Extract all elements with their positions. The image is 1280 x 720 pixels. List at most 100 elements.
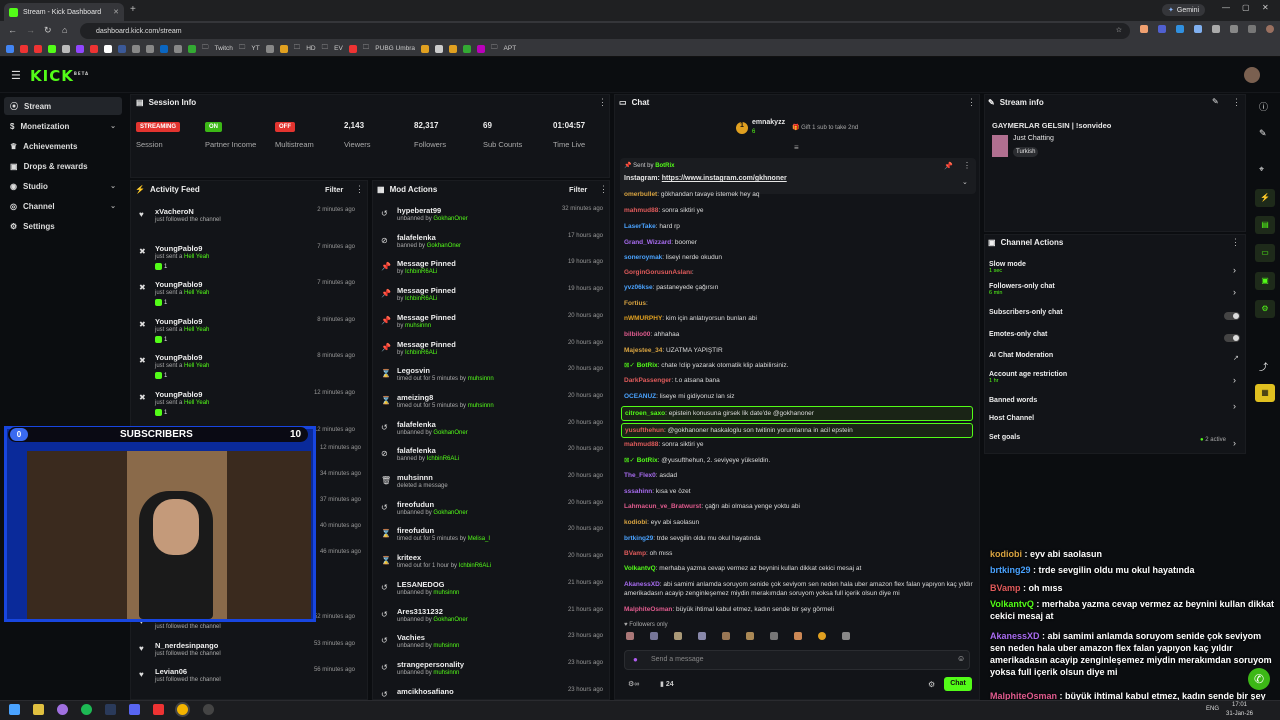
chat-username[interactable]: mahmud88 xyxy=(624,207,658,214)
url-input[interactable]: dashboard.kick.com/stream ☆ xyxy=(80,23,1130,39)
chat-message[interactable]: OCEANUZ: liseye mi gidiyonuz lan siz xyxy=(624,392,974,401)
close-window-icon[interactable]: ✕ xyxy=(1262,3,1269,12)
activity-user[interactable]: YoungPablo9 xyxy=(155,317,202,326)
mod-action-target[interactable]: fireofudun xyxy=(397,500,434,509)
bookmark-icon[interactable] xyxy=(435,44,444,53)
emote-icon[interactable] xyxy=(698,632,706,640)
emote-icon[interactable] xyxy=(818,632,826,640)
chat-message[interactable]: MalphiteOsman: büyük ihtimal kabul etmez… xyxy=(624,605,974,614)
chat-message[interactable]: mahmud88: sonra siktiri ye xyxy=(624,440,974,449)
channel-action-item[interactable]: Followers-only chat 6 min xyxy=(989,283,1055,296)
sidebar-item-settings[interactable]: ⚙ Settings xyxy=(4,217,122,235)
bookmark-icon[interactable] xyxy=(6,44,14,53)
maximize-icon[interactable]: ▢ xyxy=(1242,3,1250,12)
chat-message[interactable]: omerbullet: gökhandan tavaye istemek hey… xyxy=(624,190,974,199)
moderator-name[interactable]: muhsinnn xyxy=(433,643,459,649)
browser-tab[interactable]: Stream - Kick Dashboard ✕ xyxy=(4,3,124,21)
bookmark-icon[interactable] xyxy=(118,44,126,53)
chat-message[interactable]: sssahinn: kısa ve özet xyxy=(624,487,974,496)
chat-settings-icon[interactable]: ⚙ xyxy=(928,680,935,689)
chat-username[interactable]: Grand_Wizzard xyxy=(624,239,671,246)
user-avatar[interactable] xyxy=(1244,67,1260,83)
chat-username[interactable]: citroen_saxo xyxy=(625,410,665,417)
channel-action-item[interactable]: Banned words xyxy=(989,397,1037,404)
emote-icon[interactable] xyxy=(746,632,754,640)
moderator-name[interactable]: IchbinR6ALi xyxy=(427,456,459,462)
moderator-name[interactable]: IchbinR6ALi xyxy=(405,296,437,302)
chat-username[interactable]: kodiobi xyxy=(624,519,647,526)
chat-message[interactable]: VolkantvQ: merhaba yazma cevap vermez az… xyxy=(624,564,974,573)
chrome-icon[interactable] xyxy=(177,704,188,715)
moderator-name[interactable]: muhsinnn xyxy=(433,590,459,596)
chat-username[interactable]: yusufthehun xyxy=(625,427,664,434)
chat-message[interactable]: yusufthehun: @gokhanoner haskaloglu son … xyxy=(621,423,973,438)
extension-icon[interactable] xyxy=(1194,25,1202,33)
bookmark-icon[interactable] xyxy=(76,44,84,53)
moderator-name[interactable]: GokhanOner xyxy=(433,617,467,623)
activity-user[interactable]: N_nerdesinpango xyxy=(155,641,218,650)
mod-action-target[interactable]: falafelenka xyxy=(397,420,436,429)
bookmark-icon[interactable] xyxy=(90,44,98,53)
sidebar-item-achievements[interactable]: ♛ Achievements xyxy=(4,137,122,155)
channel-action-item[interactable]: AI Chat Moderation xyxy=(989,352,1053,359)
bookmark-icon[interactable] xyxy=(463,44,472,53)
extension-icon[interactable] xyxy=(1176,25,1184,33)
bookmark-icon[interactable] xyxy=(104,44,112,53)
chat-username[interactable]: OCEANUZ xyxy=(624,393,656,400)
chat-username[interactable]: BotRix xyxy=(637,362,658,369)
edit-icon[interactable]: ✎ xyxy=(1212,97,1219,106)
chat-message[interactable]: mahmud88: sonra siktiri ye xyxy=(624,206,974,215)
spotify-icon[interactable] xyxy=(81,704,92,715)
sidebar-item-studio[interactable]: ◉ Studio ⌄ xyxy=(4,177,122,195)
taskbar-time[interactable]: 17:01 xyxy=(1232,702,1247,708)
chat-message[interactable]: citroen_saxo: epistein konusuna girsek l… xyxy=(621,406,973,421)
chat-message[interactable]: Majestee_34: UZATMA YAPIŞTIR xyxy=(624,346,974,355)
activity-user[interactable]: xVacheroN xyxy=(155,207,194,216)
extension-icon[interactable] xyxy=(1140,25,1148,33)
chat-message[interactable]: DarkPassenger: t.o atsana bana xyxy=(624,376,974,385)
list-icon[interactable]: ▤ xyxy=(1255,216,1275,234)
settings-icon[interactable]: ⚙ xyxy=(1255,300,1275,318)
bookmark-folder-ev[interactable]: EV xyxy=(334,45,343,52)
chat-username[interactable]: brtking29 xyxy=(624,535,653,542)
mod-action-target[interactable]: Ares3131232 xyxy=(397,607,443,616)
bookmark-icon[interactable] xyxy=(160,44,168,53)
more-options-icon[interactable]: ⋮ xyxy=(1231,237,1240,248)
chat-send-button[interactable]: Chat xyxy=(944,677,972,691)
chat-message[interactable]: Fortius: xyxy=(624,299,974,308)
channel-action-item[interactable]: Subscribers-only chat xyxy=(989,309,1063,316)
moderator-name[interactable]: muhsinnn xyxy=(433,670,459,676)
chat-username[interactable]: VolkantvQ xyxy=(624,565,656,572)
more-options-icon[interactable]: ⋮ xyxy=(963,161,971,170)
emoji-icon[interactable]: ☺ xyxy=(957,654,965,663)
chat-message[interactable]: GorginGorusunAslanı: xyxy=(624,268,974,277)
mod-filter-button[interactable]: Filter xyxy=(569,185,587,194)
moderator-name[interactable]: GokhanOner xyxy=(433,430,467,436)
chat-message[interactable]: kodiobi: eyv abi saolasun xyxy=(624,518,974,527)
bookmark-icon[interactable] xyxy=(265,44,274,53)
mod-action-target[interactable]: Message Pinned xyxy=(397,340,456,349)
chat-message[interactable]: ⊠✓ BotRix: @yusufthehun, 2. seviyeye yük… xyxy=(624,456,974,465)
chat-message[interactable]: nWMURPHY: kim için anlatıyorsun bunları … xyxy=(624,314,974,323)
bookmark-folder-apt[interactable]: APT xyxy=(504,45,517,52)
bookmark-icon[interactable] xyxy=(34,44,42,53)
chevron-right-icon[interactable]: › xyxy=(1233,265,1236,275)
taskbar-date[interactable]: 31-Jan-26 xyxy=(1226,711,1253,717)
moderator-name[interactable]: IchbinR6ALi xyxy=(405,269,437,275)
new-tab-icon[interactable]: + xyxy=(130,4,136,15)
info-icon[interactable]: ⓘ xyxy=(1259,100,1268,113)
file-explorer-icon[interactable] xyxy=(33,704,44,715)
pencil-icon[interactable]: ✎ xyxy=(1259,128,1267,139)
more-options-icon[interactable]: ⋮ xyxy=(599,184,608,195)
more-options-icon[interactable]: ⋮ xyxy=(598,97,607,108)
emote-icon[interactable] xyxy=(842,632,850,640)
obs-icon[interactable] xyxy=(203,704,214,715)
chat-message[interactable]: bilbilo00: ahhahaa xyxy=(624,330,974,339)
microphone-icon[interactable]: ● xyxy=(633,655,638,664)
activity-user[interactable]: Levian06 xyxy=(155,667,187,676)
chat-username[interactable]: BotRix xyxy=(637,457,658,464)
chat-message[interactable]: yvz06kse: pastaneyede çağırsın xyxy=(624,283,974,292)
chat-message[interactable]: Lahmacun_ve_Bratwurst: çağrı abi olmasa … xyxy=(624,502,974,511)
chevron-right-icon[interactable]: › xyxy=(1233,287,1236,297)
bookmark-icon[interactable] xyxy=(421,44,430,53)
